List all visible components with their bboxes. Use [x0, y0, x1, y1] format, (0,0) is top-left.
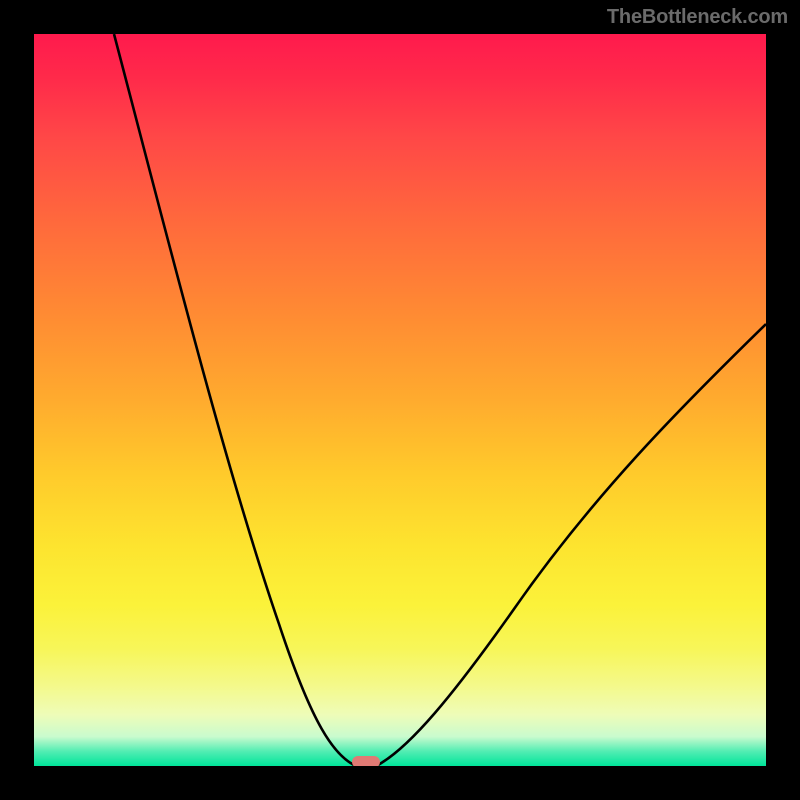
- plot-area: [34, 34, 766, 766]
- chart-frame: TheBottleneck.com: [0, 0, 800, 800]
- background-gradient: [34, 34, 766, 766]
- bottleneck-marker: [352, 756, 380, 766]
- watermark-text: TheBottleneck.com: [607, 6, 788, 29]
